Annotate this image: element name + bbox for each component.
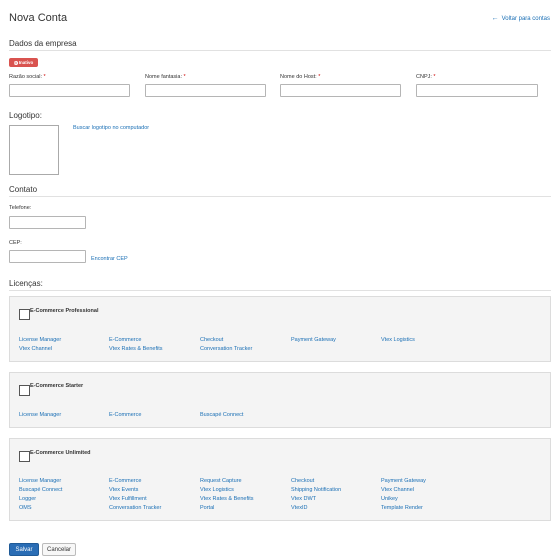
license-link[interactable]: Vtex DWT — [291, 496, 316, 502]
license-link[interactable]: Payment Gateway — [291, 337, 336, 343]
arrow-left-icon: ← — [491, 15, 499, 22]
plan-panel-starter: E-Commerce Starter License Manager E-Com… — [9, 372, 551, 428]
nome-host-input[interactable] — [280, 84, 401, 97]
status-toggle-label: Inativo — [18, 60, 34, 65]
license-link[interactable]: E-Commerce — [109, 412, 141, 418]
plan-name: E-Commerce Starter — [30, 383, 84, 389]
license-link[interactable]: Request Capture — [200, 478, 242, 484]
license-link[interactable]: Logger — [19, 496, 36, 502]
status-toggle[interactable]: ⏻ Inativo — [9, 58, 38, 67]
telefone-label: Telefone: — [9, 205, 32, 211]
cnpj-label: CNPJ: * — [416, 74, 436, 80]
razao-social-input[interactable] — [9, 84, 130, 97]
plan-panel-unlimited: E-Commerce Unlimited License Manager E-C… — [9, 438, 551, 521]
license-link[interactable]: Vtex Rates & Benefits — [109, 346, 163, 352]
save-button[interactable]: Salvar — [9, 543, 39, 556]
upload-logo-link[interactable]: Buscar logotipo no computador — [73, 125, 149, 131]
plan-checkbox[interactable] — [19, 385, 30, 396]
license-link[interactable]: E-Commerce — [109, 337, 141, 343]
power-icon: ⏻ — [13, 60, 18, 65]
license-link[interactable]: Template Render — [381, 505, 423, 511]
license-link[interactable]: Payment Gateway — [381, 478, 426, 484]
license-link[interactable]: License Manager — [19, 412, 61, 418]
license-link[interactable]: Unikey — [381, 496, 398, 502]
license-link[interactable]: VtexID — [291, 505, 308, 511]
license-link[interactable]: Vtex Channel — [381, 487, 414, 493]
cep-label: CEP: — [9, 240, 22, 246]
license-link[interactable]: Buscapé Connect — [200, 412, 243, 418]
license-link[interactable]: Vtex Rates & Benefits — [200, 496, 254, 502]
license-link[interactable]: Conversation Tracker — [109, 505, 161, 511]
plan-panel-professional: E-Commerce Professional License Manager … — [9, 296, 551, 362]
back-link-label: Voltar para contas — [501, 16, 550, 22]
license-link[interactable]: Vtex Logistics — [200, 487, 234, 493]
cnpj-input[interactable] — [416, 84, 538, 97]
license-link[interactable]: Checkout — [291, 478, 314, 484]
company-section-title: Dados da empresa — [9, 39, 77, 48]
license-link[interactable]: Vtex Events — [109, 487, 138, 493]
section-divider — [9, 50, 551, 51]
back-to-accounts-link[interactable]: ← Voltar para contas — [491, 15, 550, 22]
plan-name: E-Commerce Professional — [30, 308, 99, 314]
page-title: Nova Conta — [9, 12, 68, 24]
plan-checkbox[interactable] — [19, 309, 30, 320]
section-divider — [9, 196, 551, 197]
license-link[interactable]: E-Commerce — [109, 478, 141, 484]
license-link[interactable]: Vtex Channel — [19, 346, 52, 352]
plan-name: E-Commerce Unlimited — [30, 450, 91, 456]
plan-checkbox[interactable] — [19, 451, 30, 462]
cep-input[interactable] — [9, 250, 86, 263]
logo-section-title: Logotipo: — [9, 111, 42, 120]
nome-host-label: Nome do Host: * — [280, 74, 321, 80]
cancel-button[interactable]: Cancelar — [42, 543, 76, 556]
find-cep-link[interactable]: Encontrar CEP — [91, 256, 128, 262]
license-link[interactable]: Buscapé Connect — [19, 487, 62, 493]
nome-fantasia-input[interactable] — [145, 84, 266, 97]
licenses-section-title: Licenças: — [9, 279, 43, 288]
section-divider — [9, 290, 551, 291]
logo-preview — [9, 125, 59, 175]
contact-section-title: Contato — [9, 185, 38, 194]
license-link[interactable]: Checkout — [200, 337, 223, 343]
telefone-input[interactable] — [9, 216, 86, 229]
razao-social-label: Razão social: * — [9, 74, 46, 80]
license-link[interactable]: Portal — [200, 505, 214, 511]
license-link[interactable]: Vtex Fulfillment — [109, 496, 147, 502]
license-link[interactable]: OMS — [19, 505, 32, 511]
license-link[interactable]: Shipping Notification — [291, 487, 341, 493]
license-link[interactable]: Conversation Tracker — [200, 346, 252, 352]
license-link[interactable]: License Manager — [19, 478, 61, 484]
license-link[interactable]: License Manager — [19, 337, 61, 343]
license-link[interactable]: Vtex Logistics — [381, 337, 415, 343]
nome-fantasia-label: Nome fantasia: * — [145, 74, 186, 80]
